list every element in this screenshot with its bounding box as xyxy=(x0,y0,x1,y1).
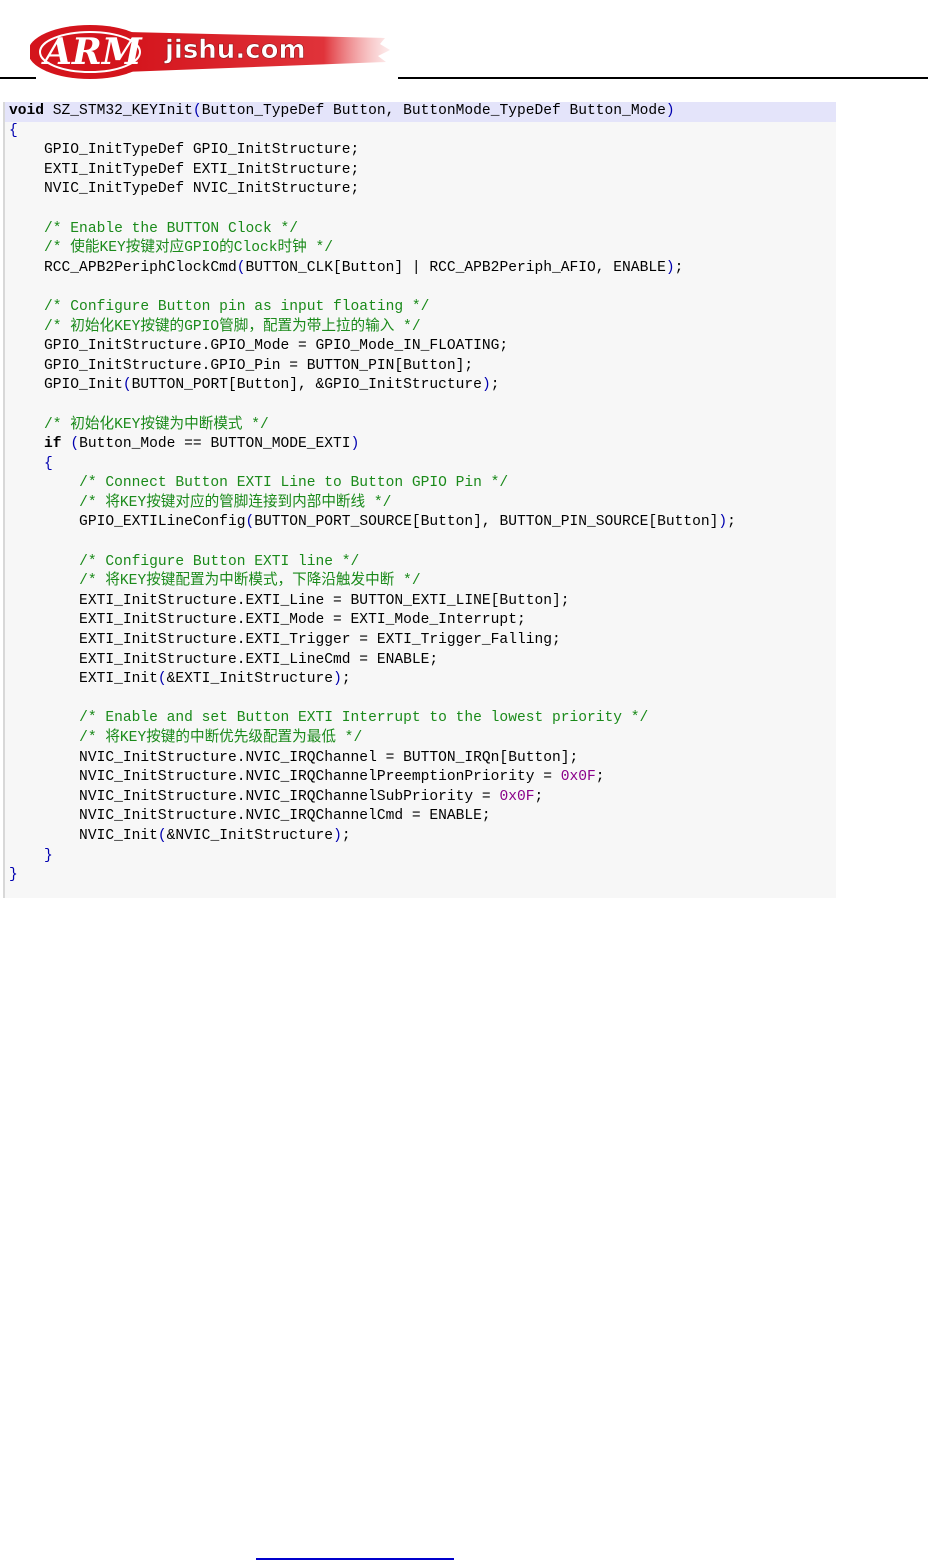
code-line: /* Enable and set Button EXTI Interrupt … xyxy=(79,710,649,727)
code-line: GPIO_InitStructure.GPIO_Pin = BUTTON_PIN… xyxy=(9,357,474,374)
code-line: void SZ_STM32_KEYInit(Button_TypeDef But… xyxy=(5,102,836,122)
code-line: NVIC_InitStructure.NVIC_IRQChannel = BUT… xyxy=(9,749,579,766)
code-line: GPIO_InitStructure.GPIO_Mode = GPIO_Mode… xyxy=(9,338,509,355)
code-line: EXTI_InitStructure.EXTI_LineCmd = ENABLE… xyxy=(9,651,439,668)
code-line: } xyxy=(44,847,53,864)
code-line: /* 将KEY按键配置为中断模式，下降沿触发中断 */ xyxy=(79,573,421,590)
code-line: /* Connect Button EXTI Line to Button GP… xyxy=(79,475,509,492)
code-line: { xyxy=(9,122,18,139)
code-line: GPIO_InitTypeDef GPIO_InitStructure; xyxy=(9,142,360,159)
code-line: /* 使能KEY按键对应GPIO的Clock时钟 */ xyxy=(44,240,334,257)
code-line: } xyxy=(9,867,18,884)
code-listing: void SZ_STM32_KEYInit(Button_TypeDef But… xyxy=(3,102,836,898)
code-line: /* 将KEY按键的中断优先级配置为最低 */ xyxy=(79,730,363,746)
code-line: /* 初始化KEY按键的GPIO管脚，配置为带上拉的输入 */ xyxy=(44,318,421,335)
code-line: /* 将KEY按键对应的管脚连接到内部中断线 */ xyxy=(79,494,392,511)
code-line: if (Button_Mode == BUTTON_MODE_EXTI) xyxy=(44,436,360,453)
code-line: NVIC_InitStructure.NVIC_IRQChannelPreemp… xyxy=(9,769,605,786)
code-line: /* Configure Button EXTI line */ xyxy=(79,553,360,570)
logo-rest-text: jishu.com xyxy=(164,35,306,65)
code-line: /* Configure Button pin as input floatin… xyxy=(44,298,430,315)
code-line: /* Enable the BUTTON Clock */ xyxy=(44,220,299,237)
header-rule-right xyxy=(398,77,928,79)
armjishu-logo: ARM jishu.com xyxy=(30,25,390,79)
code-line: NVIC_InitStructure.NVIC_IRQChannelCmd = … xyxy=(9,808,491,825)
code-line: EXTI_InitStructure.EXTI_Trigger = EXTI_T… xyxy=(9,632,561,649)
code-line: NVIC_Init(&NVIC_InitStructure); xyxy=(9,827,351,844)
code-line: { xyxy=(44,455,53,472)
code-line: GPIO_EXTILineConfig(BUTTON_PORT_SOURCE[B… xyxy=(9,514,736,531)
code-line: GPIO_Init(BUTTON_PORT[Button], &GPIO_Ini… xyxy=(9,377,500,394)
code-line: /* 初始化KEY按键为中断模式 */ xyxy=(44,416,269,433)
code-line: NVIC_InitStructure.NVIC_IRQChannelSubPri… xyxy=(9,788,544,805)
logo-mark-text: ARM xyxy=(41,31,143,73)
header-rule-left xyxy=(0,77,36,79)
code-line: EXTI_InitStructure.EXTI_Line = BUTTON_EX… xyxy=(9,592,570,609)
code-line: NVIC_InitTypeDef NVIC_InitStructure; xyxy=(9,181,360,198)
code-line: RCC_APB2PeriphClockCmd(BUTTON_CLK[Button… xyxy=(9,259,684,276)
code-line: EXTI_InitStructure.EXTI_Mode = EXTI_Mode… xyxy=(9,612,526,629)
code-line: EXTI_Init(&EXTI_InitStructure); xyxy=(9,671,351,688)
page-header: ARM jishu.com xyxy=(0,0,928,90)
code-line: EXTI_InitTypeDef EXTI_InitStructure; xyxy=(9,161,360,178)
footer-link-underline[interactable] xyxy=(256,1558,454,1560)
